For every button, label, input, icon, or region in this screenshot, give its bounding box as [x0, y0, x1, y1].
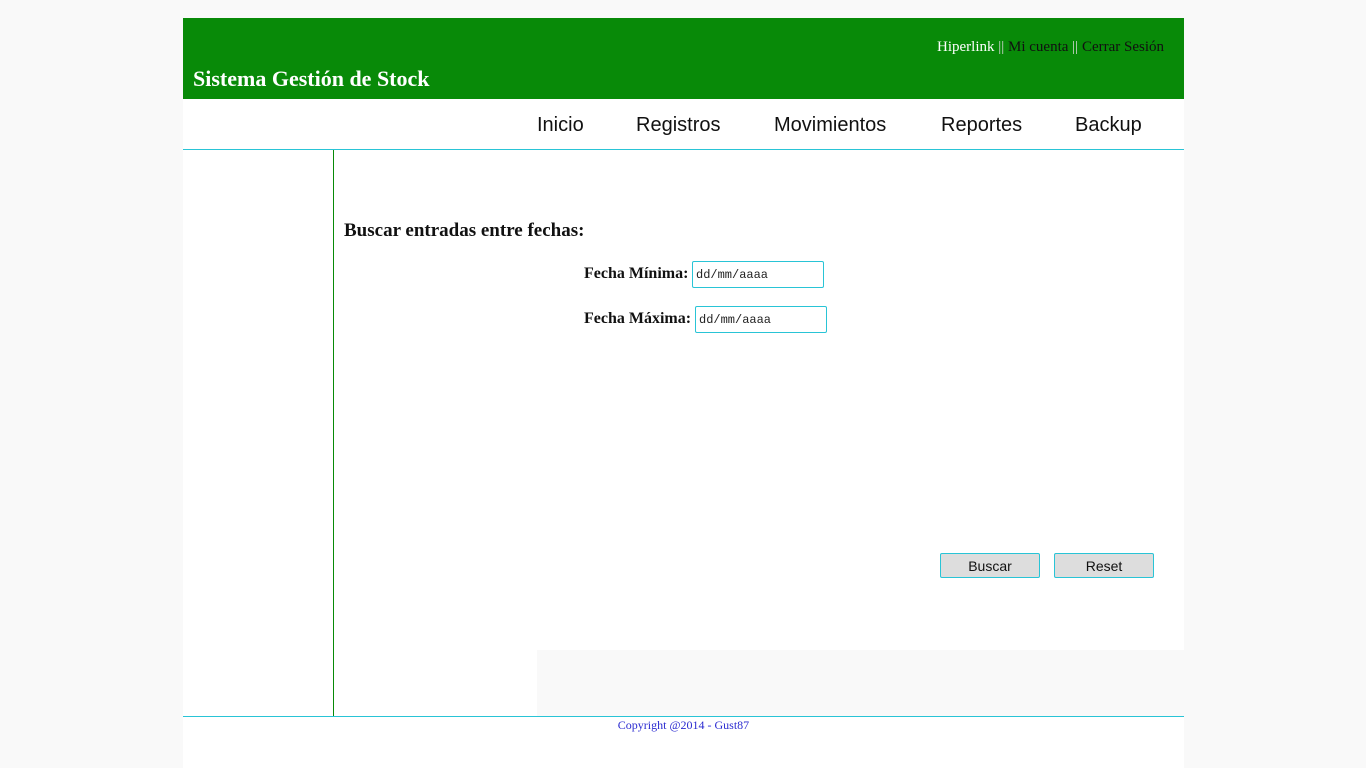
link-separator: || [1072, 39, 1079, 55]
page-container: Hiperlink || Mi cuenta || Cerrar Sesión … [183, 18, 1184, 768]
buscar-button[interactable]: Buscar [940, 553, 1040, 578]
nav-item-registros[interactable]: Registros [636, 113, 720, 137]
header-bar: Hiperlink || Mi cuenta || Cerrar Sesión … [183, 18, 1184, 99]
fecha-maxima-input[interactable] [695, 306, 827, 333]
nav-item-backup[interactable]: Backup [1075, 113, 1142, 137]
main-nav: Inicio Registros Movimientos Reportes Ba… [183, 99, 1184, 150]
sidebar-divider [333, 150, 334, 716]
mi-cuenta-link[interactable]: Mi cuenta [1008, 39, 1068, 55]
fecha-minima-label: Fecha Mínima: [584, 265, 689, 282]
site-title: Sistema Gestión de Stock [193, 66, 430, 91]
content-footer-panel [537, 650, 1184, 716]
reset-button[interactable]: Reset [1054, 553, 1154, 578]
fecha-maxima-label: Fecha Máxima: [584, 310, 692, 327]
fecha-minima-input[interactable] [692, 261, 824, 288]
cerrar-sesion-link[interactable]: Cerrar Sesión [1082, 39, 1164, 55]
user-links: Hiperlink || Mi cuenta || Cerrar Sesión [937, 37, 1164, 57]
copyright-text: Copyright @2014 - Gust87 [617, 718, 750, 732]
nav-item-movimientos[interactable]: Movimientos [774, 113, 886, 137]
link-separator: || [998, 39, 1005, 55]
search-heading: Buscar entradas entre fechas: [344, 220, 585, 241]
hiperlink-link[interactable]: Hiperlink [937, 39, 995, 55]
nav-item-inicio[interactable]: Inicio [537, 113, 584, 137]
nav-item-reportes[interactable]: Reportes [941, 113, 1022, 137]
